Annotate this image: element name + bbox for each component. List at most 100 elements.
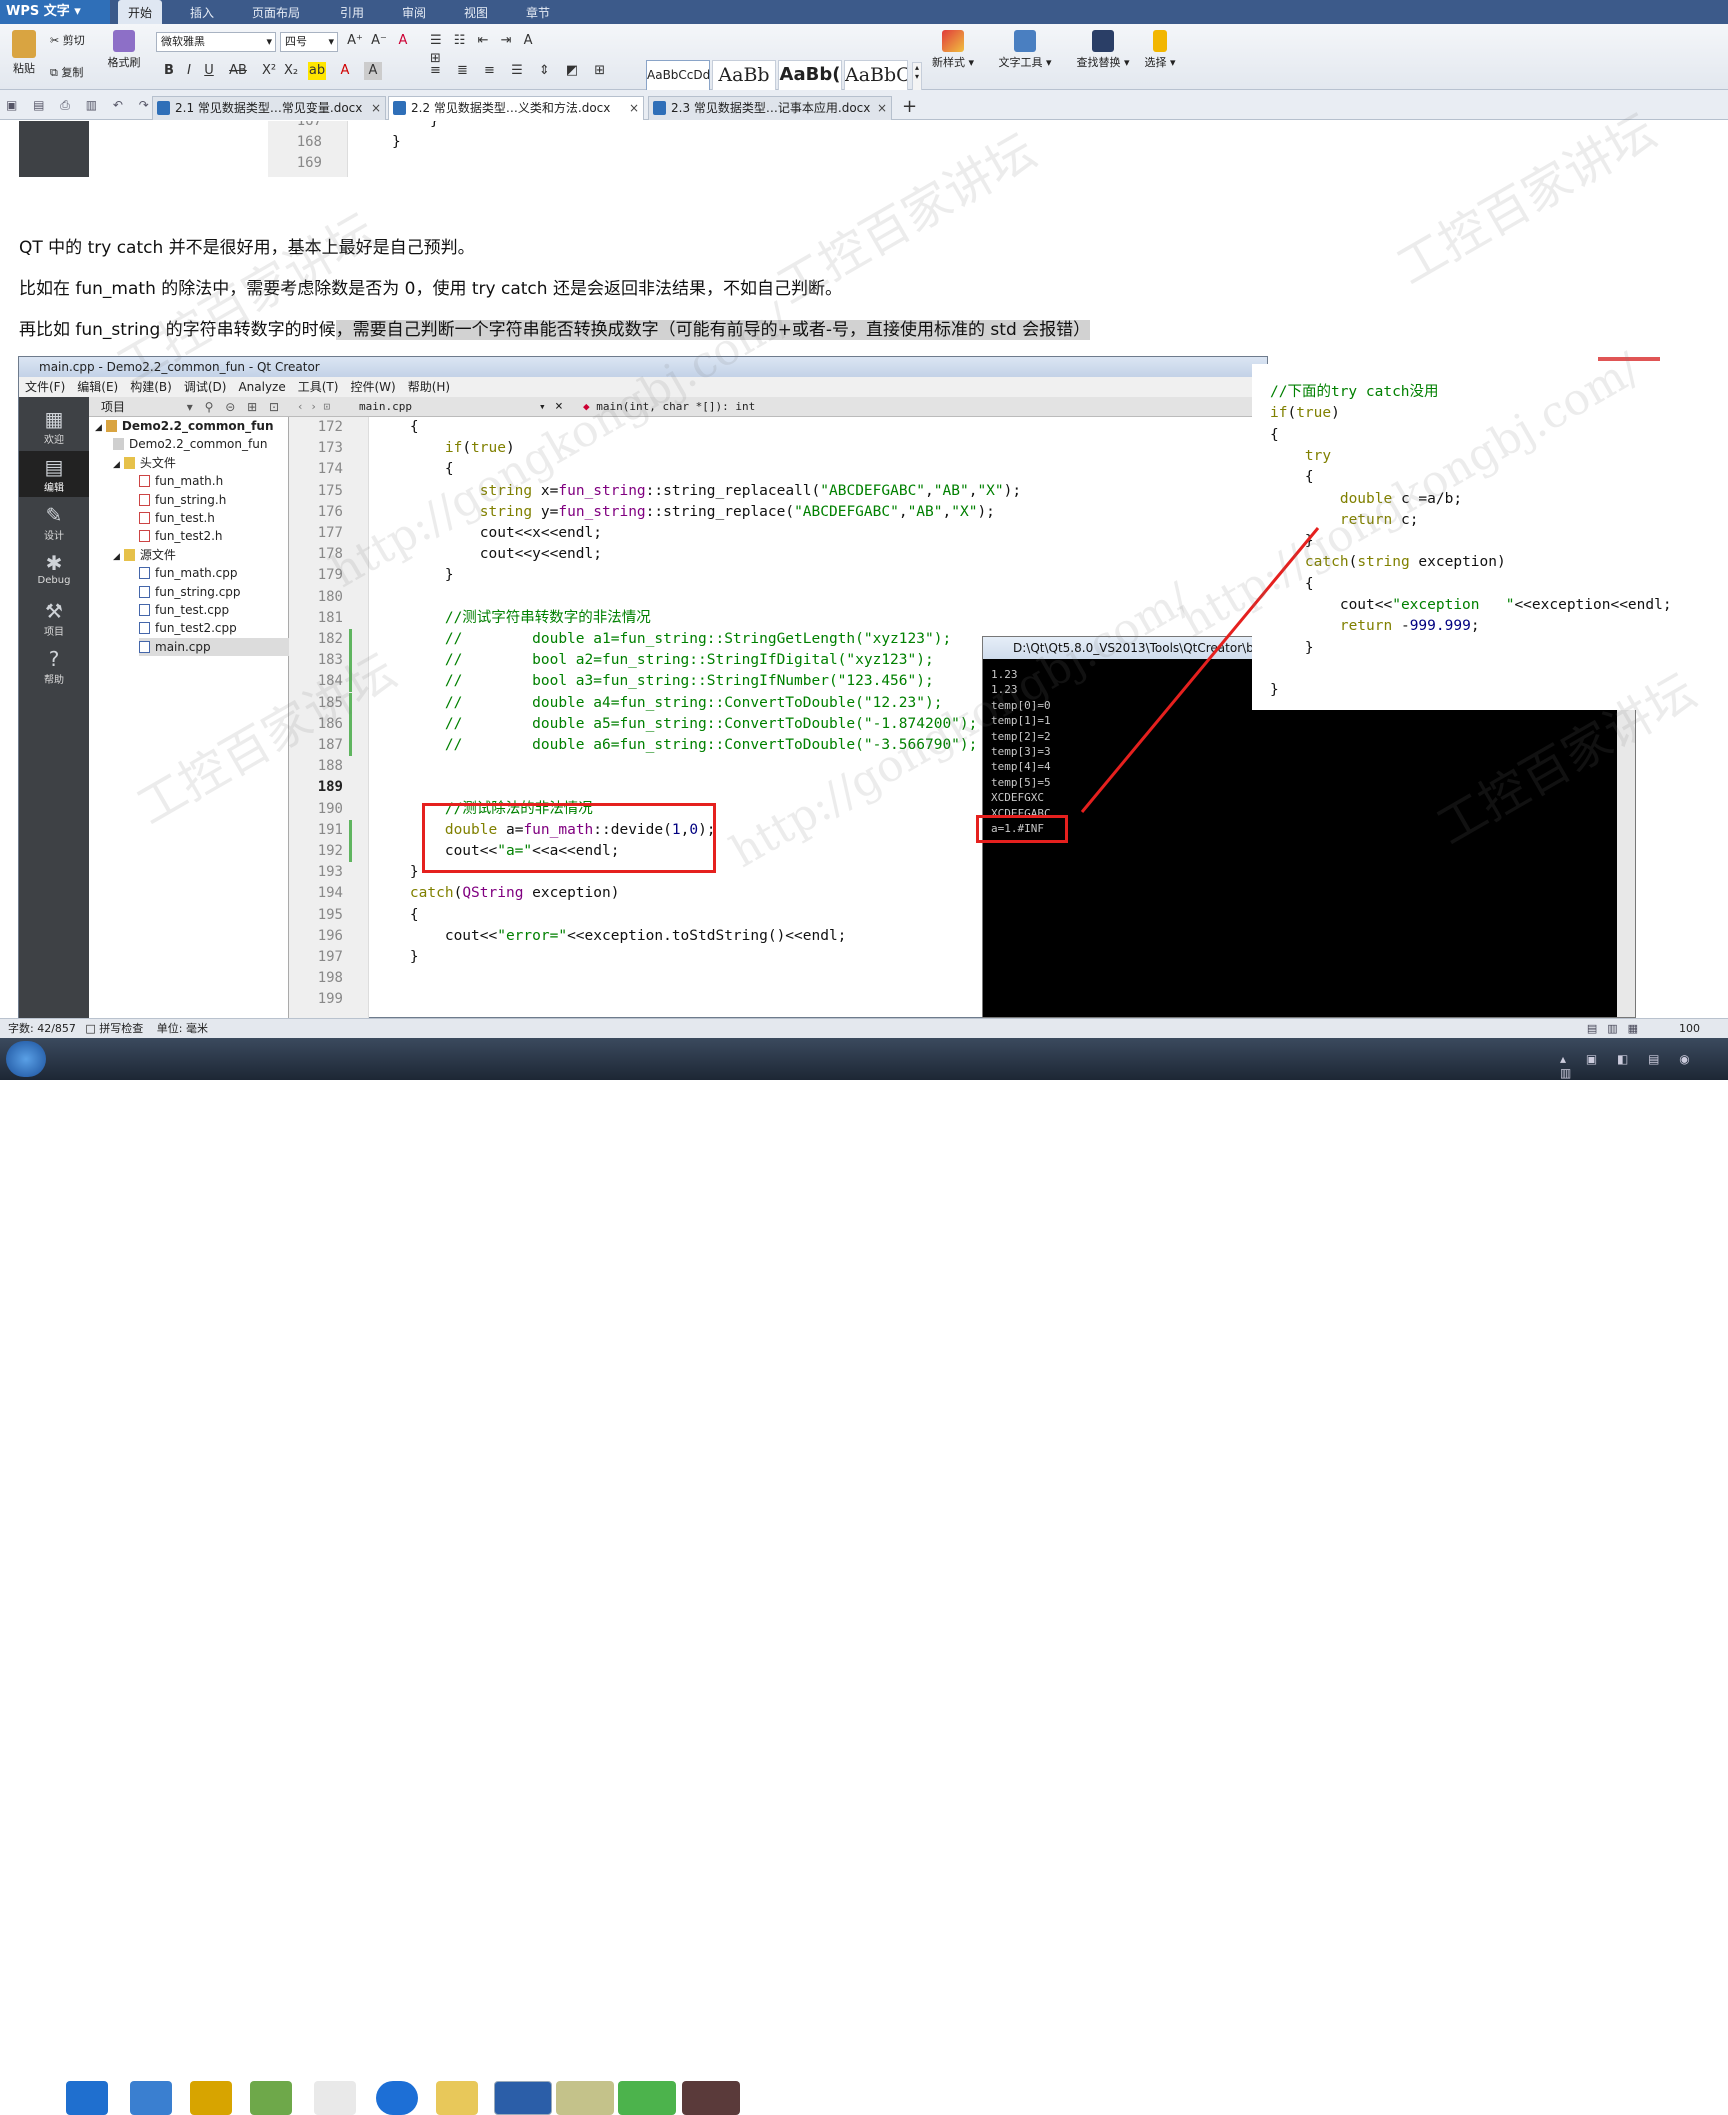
tree-item[interactable]: fun_test.cpp [139,601,289,619]
grow-font-icon[interactable]: A⁺ [346,32,364,50]
expand-arrow-icon[interactable]: ◢ [113,460,120,470]
tree-item[interactable]: main.cpp [139,637,289,656]
document-tab[interactable]: 2.1 常见数据类型…常见变量.docx × [152,96,386,120]
mode-button[interactable]: ✎ 设计 [19,499,89,545]
superscript-icon[interactable]: X² [260,62,278,80]
cut-button[interactable]: ✂ 剪切 [50,32,85,48]
font-color-icon[interactable]: A [336,62,354,80]
qt-menu-item[interactable]: 编辑(E) [77,380,118,394]
taskbar-app-icon[interactable] [682,2081,740,2115]
code-line: // double a5=fun_string::ConvertToDouble… [444,715,978,732]
align-icons[interactable]: ≡ ≣ ≡ ☰ ⇕ ◩ ⊞ [430,62,630,80]
find-replace-button[interactable]: 查找替换 ▾ [1072,30,1134,70]
filter-icon[interactable]: ▾ ⚲ ⊝ ⊞ ⊡ [187,397,283,417]
qt-menu-item[interactable]: 帮助(H) [408,380,450,394]
file-combo[interactable]: main.cpp [359,397,412,417]
tree-item[interactable]: fun_string.cpp [139,583,289,601]
list-icons[interactable]: ☰ ☷ ⇤ ⇥ A ⊞ [430,32,550,66]
nav-arrows-icon[interactable]: ‹ › ⊡ [297,400,330,413]
code-line: // bool a3=fun_string::StringIfNumber("1… [444,673,934,690]
tree-item[interactable]: fun_test2.h [139,527,289,545]
tree-item[interactable]: Demo2.2_common_fun [113,435,289,453]
close-icon[interactable]: × [555,397,563,417]
new-style-button[interactable]: 新样式 ▾ [926,30,980,70]
tree-item[interactable]: ◢ Demo2.2_common_fun [95,417,289,435]
qt-menu-item[interactable]: 构建(B) [130,380,172,394]
taskbar-folder-icon[interactable] [436,2081,478,2115]
qt-menu-item[interactable]: 控件(W) [350,380,395,394]
paste-button[interactable]: 粘贴 [6,30,42,76]
menu-tab[interactable]: 视图 [454,0,498,24]
expand-arrow-icon[interactable]: ◢ [95,423,102,433]
subscript-icon[interactable]: X₂ [282,62,300,80]
document-tab[interactable]: 2.3 常见数据类型…记事本应用.docx × [648,96,892,120]
expand-arrow-icon[interactable]: ◢ [113,552,120,562]
close-icon[interactable]: × [877,97,887,119]
file-icon [139,567,150,580]
taskbar-app-icon[interactable] [556,2081,614,2115]
line-number: 190 [317,800,343,817]
menu-tab[interactable]: 插入 [180,0,224,24]
view-mode-icons[interactable]: ▤▥▦ [1587,1019,1648,1039]
code-line: cout<<x<<endl; [375,525,602,541]
menu-tab[interactable]: 页面布局 [242,0,310,24]
tray-icons[interactable]: ▴ ▣ ◧ ▤ ◉ ▥ [1560,1052,1728,1080]
copy-button[interactable]: ⧉ 复制 [50,64,83,80]
taskbar-qt-icon[interactable] [618,2081,676,2115]
mode-button[interactable]: ✱ Debug [19,547,89,593]
spell-check[interactable]: □ 拼写检查 [85,1022,143,1035]
start-button-icon[interactable] [6,1041,46,1077]
shrink-font-icon[interactable]: A⁻ [370,32,388,50]
tree-item[interactable]: ◢ 头文件 [113,454,289,472]
tree-item[interactable]: fun_test.h [139,509,289,527]
taskbar-app-icon[interactable] [66,2081,108,2115]
text-tools-button[interactable]: 文字工具 ▾ [994,30,1056,70]
qt-menu-item[interactable]: 调试(D) [184,380,227,394]
tree-item[interactable]: fun_math.cpp [139,564,289,582]
select-button[interactable]: 选择 ▾ [1140,30,1180,70]
mode-button[interactable]: ▤ 编辑 [19,451,89,497]
function-combo[interactable]: ◆ main(int, char *[]): int [583,397,755,417]
underline-icon[interactable]: U [200,62,218,80]
qt-menu-item[interactable]: 工具(T) [298,380,339,394]
document-tab[interactable]: 2.2 常见数据类型…义类和方法.docx × [388,96,644,120]
taskbar-app-icon[interactable] [130,2081,172,2115]
font-size-select[interactable]: 四号 ▾ [280,32,338,52]
close-icon[interactable]: × [371,97,381,119]
qt-menu-item[interactable]: Analyze [238,380,285,394]
text-tools-label: 文字工具 [998,56,1043,69]
mode-button[interactable]: ⚒ 项目 [19,595,89,641]
taskbar-app-icon[interactable] [314,2081,356,2115]
file-icon [139,640,150,653]
menu-tab[interactable]: 审阅 [392,0,436,24]
qt-menu-item[interactable]: 文件(F) [25,380,65,394]
strikethrough-icon[interactable]: AB [226,62,250,80]
taskbar-app-icon[interactable] [190,2081,232,2115]
console-scrollbar[interactable] [1617,659,1635,1017]
tree-item[interactable]: fun_string.h [139,491,289,509]
italic-icon[interactable]: I [180,62,198,80]
bold-icon[interactable]: B [160,62,178,80]
mode-button[interactable]: ? 帮助 [19,643,89,689]
font-family-select[interactable]: 微软雅黑 ▾ [156,32,276,52]
menu-tab[interactable]: 引用 [330,0,374,24]
wps-app-button[interactable]: WPS 文字 ▾ [0,0,110,24]
taskbar-app-icon[interactable] [376,2081,418,2115]
new-tab-icon[interactable]: + [902,96,917,117]
tree-item[interactable]: ◢ 源文件 [113,546,289,564]
char-shading-icon[interactable]: A [364,62,382,80]
line-number: 179 [317,567,343,584]
menu-tab[interactable]: 章节 [516,0,560,24]
tree-item[interactable]: fun_test2.cpp [139,619,289,637]
snippet-line-number: 168 [296,134,322,150]
format-painter-button[interactable]: 格式刷 [104,30,144,70]
taskbar-wps-icon[interactable] [494,2081,552,2115]
close-icon[interactable]: × [629,97,639,119]
taskbar-app-icon[interactable] [250,2081,292,2115]
folder-icon [123,456,135,469]
menu-tab[interactable]: 开始 [118,0,163,24]
highlight-icon[interactable]: ab [308,62,326,80]
clear-format-icon[interactable]: A [394,32,412,50]
mode-button[interactable]: ▦ 欢迎 [19,403,89,449]
tree-item[interactable]: fun_math.h [139,472,289,490]
